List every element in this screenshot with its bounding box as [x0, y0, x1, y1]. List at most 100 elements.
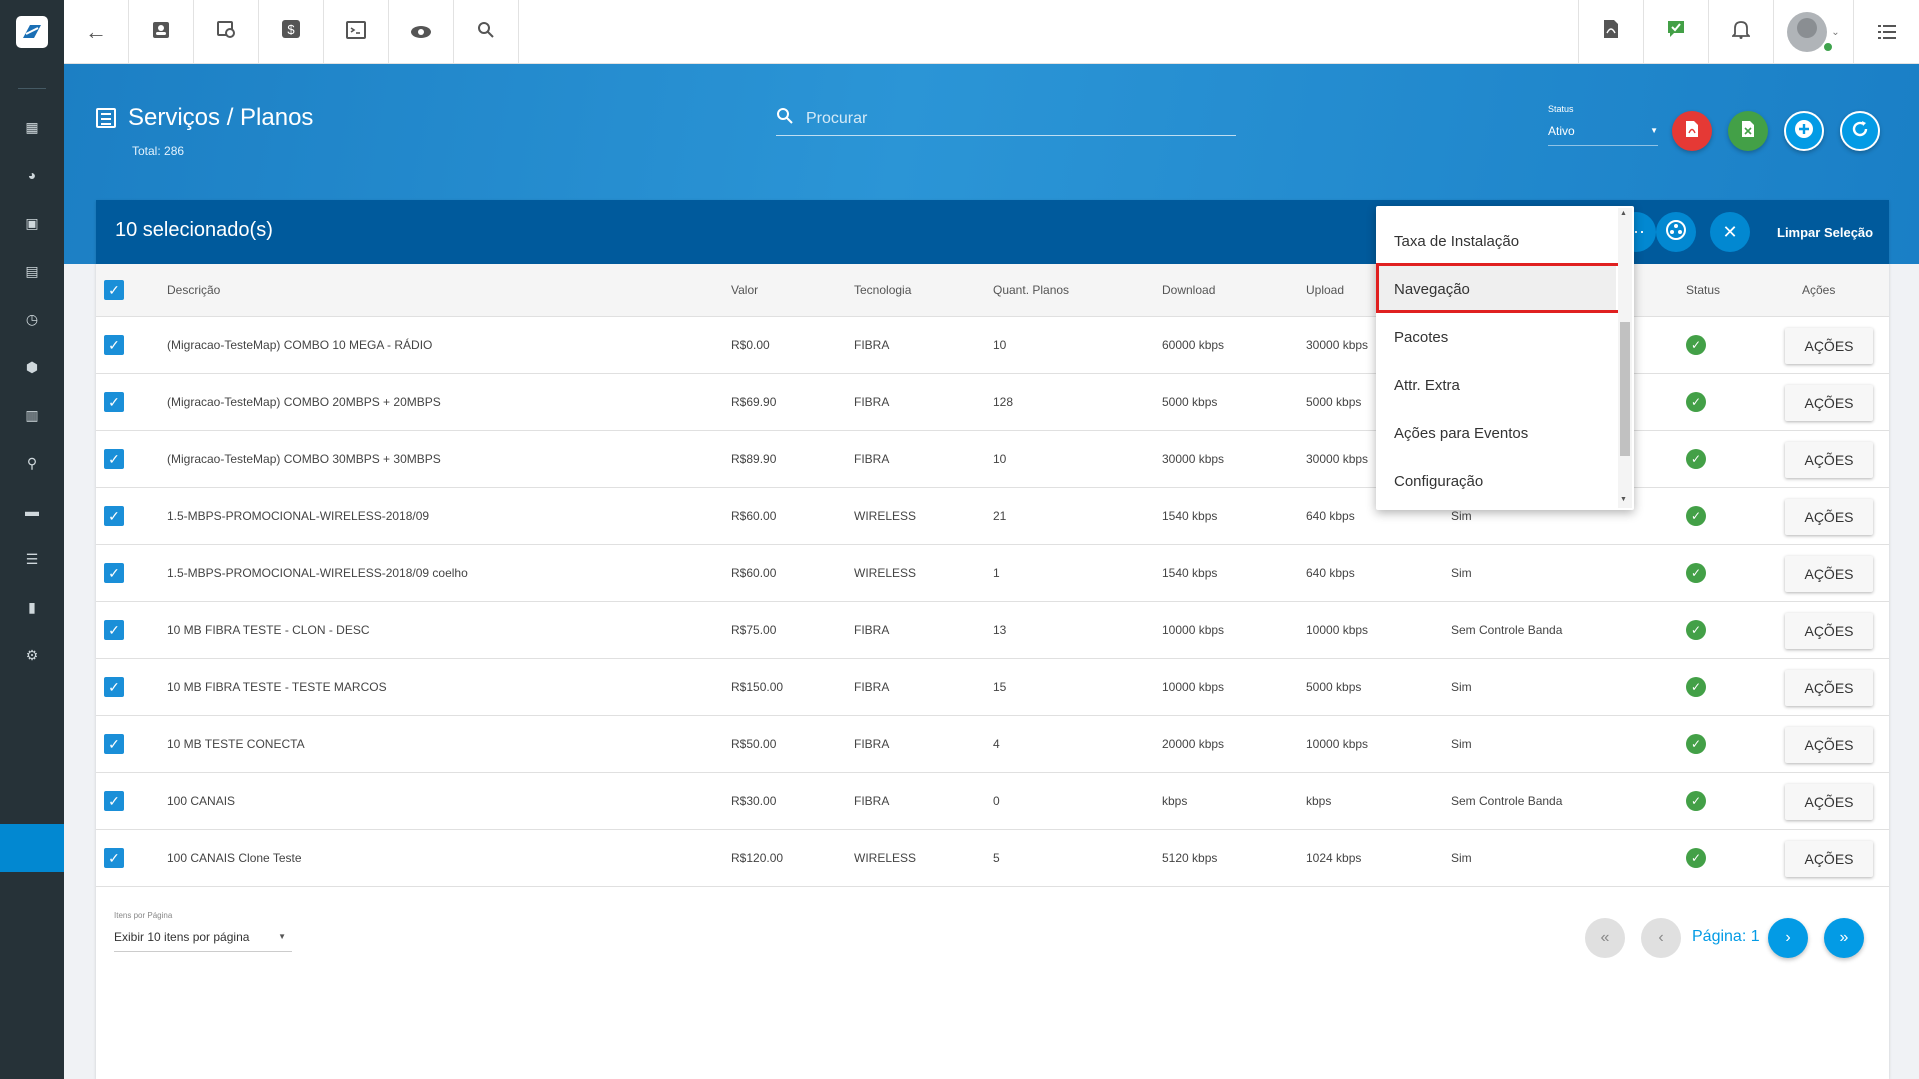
row-actions-button[interactable]: AÇÕES	[1785, 442, 1873, 478]
col-upload[interactable]: Upload	[1306, 283, 1344, 297]
pdf-button[interactable]	[1579, 0, 1644, 64]
table-row[interactable]: ✓ 100 CANAIS Clone Teste R$120.00 WIRELESS 5…	[96, 830, 1889, 887]
menu-item-attr-extra[interactable]: Attr. Extra	[1376, 361, 1616, 409]
plus-icon	[1794, 119, 1814, 144]
user-menu[interactable]: ⌄	[1774, 0, 1854, 64]
menu-item-configuracao[interactable]: Configuração	[1376, 457, 1616, 505]
calendar-button[interactable]	[194, 0, 259, 64]
menu-item-pacotes[interactable]: Pacotes	[1376, 313, 1616, 361]
cell-download: 10000 kbps	[1162, 680, 1225, 694]
excel-icon	[1741, 120, 1755, 143]
terminal-button[interactable]	[324, 0, 389, 64]
row-actions-button[interactable]: AÇÕES	[1785, 499, 1873, 535]
row-actions-button[interactable]: AÇÕES	[1785, 841, 1873, 877]
cell-download: 1540 kbps	[1162, 566, 1218, 580]
next-page-button[interactable]: ›	[1768, 918, 1808, 958]
cell-quant-planos: 1	[993, 566, 1000, 580]
scroll-up-arrow-icon[interactable]: ▲	[1620, 210, 1627, 217]
tasks-button[interactable]	[1644, 0, 1709, 64]
notifications-button[interactable]	[1709, 0, 1774, 64]
select-all-checkbox[interactable]: ✓	[104, 280, 124, 300]
sidebar-item-calendar[interactable]: ▤	[0, 247, 64, 295]
table-row[interactable]: ✓ 10 MB TESTE CONECTA R$50.00 FIBRA 4 20000 k…	[96, 716, 1889, 773]
sidebar-item-history[interactable]: ◷	[0, 295, 64, 343]
row-checkbox[interactable]: ✓	[104, 848, 124, 868]
menu-scrollbar-thumb[interactable]	[1620, 322, 1630, 456]
col-tecnologia[interactable]: Tecnologia	[854, 283, 911, 297]
export-excel-button[interactable]	[1728, 111, 1768, 151]
menu-item-acoes-eventos[interactable]: Ações para Eventos	[1376, 409, 1616, 457]
col-status[interactable]: Status	[1686, 283, 1720, 297]
row-checkbox[interactable]: ✓	[104, 734, 124, 754]
row-checkbox[interactable]: ✓	[104, 791, 124, 811]
status-check-icon: ✓	[1686, 677, 1706, 697]
billing-button[interactable]: $	[259, 0, 324, 64]
refresh-button[interactable]	[1840, 111, 1880, 151]
search-input[interactable]	[806, 109, 1226, 128]
document-icon: ▬	[25, 503, 39, 519]
row-actions-button[interactable]: AÇÕES	[1785, 385, 1873, 421]
row-actions-button[interactable]: AÇÕES	[1785, 328, 1873, 364]
search-button[interactable]	[454, 0, 519, 64]
sidebar-item-documents[interactable]: ▬	[0, 487, 64, 535]
sidebar-item-contacts[interactable]: ▣	[0, 199, 64, 247]
col-quant-planos[interactable]: Quant. Planos	[993, 283, 1069, 297]
add-button[interactable]	[1784, 111, 1824, 151]
contacts-icon: ▣	[25, 214, 39, 231]
col-descricao[interactable]: Descrição	[167, 283, 220, 297]
sidebar-item-settings[interactable]: ⚙	[0, 631, 64, 679]
status-check-icon: ✓	[1686, 506, 1706, 526]
cell-download: 10000 kbps	[1162, 623, 1225, 637]
row-checkbox[interactable]: ✓	[104, 620, 124, 640]
row-checkbox[interactable]: ✓	[104, 506, 124, 526]
row-checkbox[interactable]: ✓	[104, 563, 124, 583]
sidebar-item-files[interactable]: ▮	[0, 583, 64, 631]
selection-close-button[interactable]: ✕	[1710, 212, 1750, 252]
dollar-icon: $	[281, 19, 301, 45]
sidebar-item-servers[interactable]: ☰	[0, 535, 64, 583]
status-filter-select[interactable]: Ativo ▼	[1548, 116, 1658, 146]
items-per-page-select[interactable]: Exibir 10 itens por página ▼	[114, 922, 292, 952]
first-page-button[interactable]: «	[1585, 918, 1625, 958]
money-icon: ▥	[25, 406, 39, 423]
sidebar-item-finance[interactable]: ▥	[0, 391, 64, 439]
table-row[interactable]: ✓ 10 MB FIBRA TESTE - CLON - DESC R$75.00 F…	[96, 602, 1889, 659]
selection-group-button[interactable]	[1656, 212, 1696, 252]
sidebar-item-chart[interactable]: ◕	[0, 151, 64, 199]
scroll-down-arrow-icon[interactable]: ▼	[1620, 496, 1627, 503]
cell-tecnologia: FIBRA	[854, 794, 890, 808]
cell-upload: 10000 kbps	[1306, 737, 1369, 751]
app-logo[interactable]	[0, 0, 64, 64]
last-page-button[interactable]: »	[1824, 918, 1864, 958]
table-row[interactable]: ✓ 10 MB FIBRA TESTE - TESTE MARCOS R$150.0…	[96, 659, 1889, 716]
row-actions-button[interactable]: AÇÕES	[1785, 784, 1873, 820]
col-valor[interactable]: Valor	[731, 283, 758, 297]
row-checkbox[interactable]: ✓	[104, 335, 124, 355]
clear-selection-button[interactable]: Limpar Seleção	[1777, 225, 1873, 240]
contacts-button[interactable]	[129, 0, 194, 64]
refresh-icon	[1850, 119, 1870, 144]
back-button[interactable]: ←	[64, 0, 129, 64]
row-checkbox[interactable]: ✓	[104, 677, 124, 697]
row-actions-button[interactable]: AÇÕES	[1785, 556, 1873, 592]
export-pdf-button[interactable]	[1672, 111, 1712, 151]
row-actions-button[interactable]: AÇÕES	[1785, 727, 1873, 763]
status-check-icon: ✓	[1686, 563, 1706, 583]
sidebar-item-dashboard[interactable]: ▦	[0, 103, 64, 151]
table-row[interactable]: ✓ 100 CANAIS R$30.00 FIBRA 0 kbps kbps Sem Cont…	[96, 773, 1889, 830]
row-actions-button[interactable]: AÇÕES	[1785, 613, 1873, 649]
col-download[interactable]: Download	[1162, 283, 1215, 297]
sidebar-item-location[interactable]: ⚲	[0, 439, 64, 487]
sidebar-item-products[interactable]: ⬢	[0, 343, 64, 391]
cell-controle-banda: Sim	[1451, 509, 1472, 523]
menu-item-navegacao[interactable]: Navegação	[1376, 265, 1616, 313]
row-checkbox[interactable]: ✓	[104, 449, 124, 469]
prev-page-button[interactable]: ‹	[1641, 918, 1681, 958]
menu-item-taxa-instalacao[interactable]: Taxa de Instalação	[1376, 217, 1616, 265]
row-actions-button[interactable]: AÇÕES	[1785, 670, 1873, 706]
menu-list-button[interactable]	[1854, 0, 1919, 64]
table-row[interactable]: ✓ 1.5-MBPS-PROMOCIONAL-WIRELESS-2018/09 c…	[96, 545, 1889, 602]
row-checkbox[interactable]: ✓	[104, 392, 124, 412]
view-button[interactable]	[389, 0, 454, 64]
sidebar-item-active[interactable]	[0, 824, 64, 872]
